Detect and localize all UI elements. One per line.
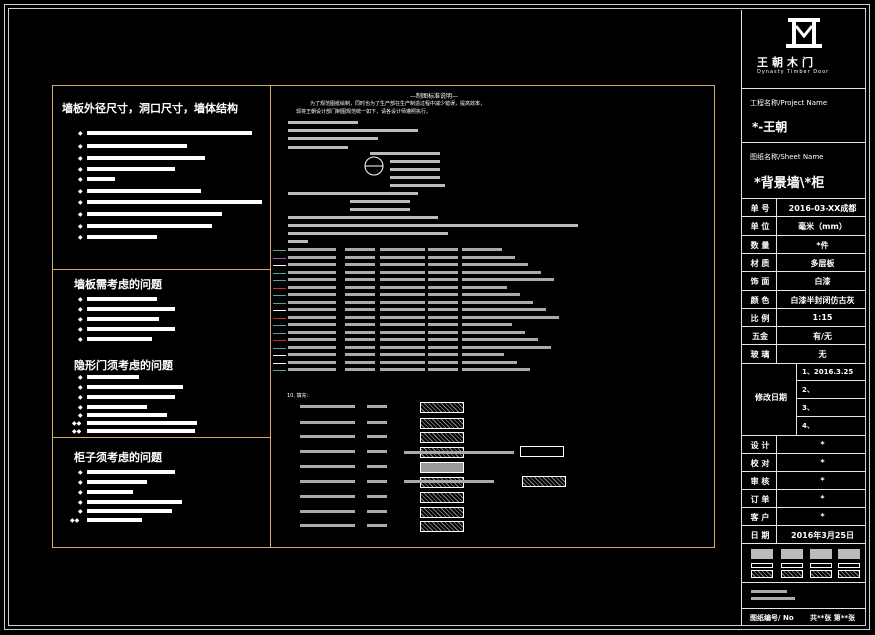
hatch-swatch — [520, 446, 564, 457]
tb-row-label: 玻 璃 — [750, 350, 770, 360]
revision-3: 3、 — [802, 404, 814, 412]
left-divider-1 — [52, 269, 270, 270]
tb-signoff-label: 日 期 — [750, 531, 770, 540]
list-item — [87, 307, 175, 311]
tb-signoff-value: * — [820, 512, 825, 521]
tb-row-value: 无 — [818, 350, 827, 360]
hatch-swatch — [420, 418, 464, 429]
company-logo-icon — [786, 18, 822, 48]
list-item — [87, 235, 157, 239]
standards-intro-line1: 为了规范图纸绘制，同时也为了生产部在生产制造过程中减少错误，提高效率， — [310, 101, 486, 107]
section-cabinet-title: 柜子须考虑的问题 — [74, 451, 162, 464]
tb-row-label: 比 例 — [750, 313, 770, 323]
tb-signoff-label: 客 户 — [750, 513, 770, 522]
tb-signoff-label: 审 核 — [750, 477, 770, 486]
revision-label: 修改日期 — [755, 393, 787, 402]
tb-row-value: 有/无 — [813, 332, 832, 342]
list-item — [87, 131, 252, 135]
tb-row-value: 白漆半封闭仿古灰 — [790, 295, 855, 305]
tb-row-value: 1:15 — [812, 312, 833, 322]
revision-1: 1、2016.3.25 — [802, 368, 854, 376]
tb-signoff-value: * — [820, 458, 825, 467]
project-label: 工程名称/Project Name — [750, 99, 828, 107]
list-item — [87, 189, 201, 193]
tb-signoff-value: * — [820, 494, 825, 503]
list-item — [87, 395, 175, 399]
section-hidden-door-title: 隐形门须考虑的问题 — [74, 359, 173, 372]
section-mark-icon — [364, 156, 384, 176]
sheet-divider — [270, 85, 271, 548]
standards-intro-line2: 现将王朝设计部门制图规范统一如下，请各设计师遵照执行。 — [296, 109, 432, 115]
tb-row-label: 单 位 — [750, 222, 770, 232]
list-item — [87, 212, 222, 216]
list-item — [87, 509, 172, 513]
hatch-swatch — [522, 476, 566, 487]
tb-signoff-label: 订 单 — [750, 495, 770, 504]
list-item — [87, 200, 262, 204]
hatch-swatch — [420, 462, 464, 473]
tb-row-label: 颜 色 — [750, 295, 770, 305]
tb-signoff-value: * — [820, 440, 825, 449]
tb-signoff-value: * — [820, 476, 825, 485]
section-wall-dimensions-title: 墙板外径尺寸，洞口尺寸，墙体结构 — [62, 102, 238, 115]
tb-signoff-label: 设 计 — [750, 441, 770, 450]
list-item — [87, 405, 147, 409]
list-item — [87, 385, 183, 389]
tb-row-label: 饰 面 — [750, 277, 770, 287]
list-item — [87, 500, 182, 504]
tb-row-label: 五金 — [752, 332, 768, 342]
tb-row-label: 单 号 — [750, 204, 770, 213]
tb-row-value: *件 — [816, 240, 829, 250]
list-item — [87, 337, 152, 341]
hatch-swatch — [420, 402, 464, 413]
list-item — [87, 470, 175, 474]
revision-2: 2、 — [802, 386, 814, 394]
tb-signoff-value: 2016年3月25日 — [791, 531, 854, 540]
revision-4: 4、 — [802, 422, 814, 430]
tb-row-label: 材 质 — [750, 258, 770, 268]
project-name: *-王朝 — [752, 120, 788, 134]
hatch-swatch — [420, 521, 464, 532]
tb-signoff-label: 校 对 — [750, 459, 770, 468]
list-item — [87, 421, 197, 425]
hatch-swatch — [420, 492, 464, 503]
list-item — [87, 490, 133, 494]
list-item — [87, 167, 175, 171]
list-item — [87, 177, 115, 181]
list-item — [87, 317, 159, 321]
list-item — [87, 224, 212, 228]
list-item — [87, 156, 205, 160]
list-item — [87, 375, 139, 379]
tb-row-value: 白漆 — [814, 277, 831, 287]
tb-row-value: 毫米（mm） — [798, 222, 847, 232]
hatch-swatch — [420, 432, 464, 443]
list-item — [87, 429, 195, 433]
sheet-number-value: 共**张 第**张 — [810, 614, 856, 622]
section-wallboard-title: 墙板需考虑的问题 — [74, 278, 162, 291]
list-item — [87, 144, 187, 148]
tb-row-label: 数 量 — [750, 240, 770, 250]
drawing-name: *背景墙\*柜 — [754, 176, 825, 191]
list-item — [87, 518, 142, 522]
sheet-number-label: 图纸编号/ No — [750, 614, 794, 622]
list-item — [87, 413, 167, 417]
drawing-label: 图纸名称/Sheet Name — [750, 153, 824, 161]
list-item — [87, 297, 157, 301]
list-item — [87, 327, 175, 331]
logo-text: 王朝木门 — [757, 56, 817, 69]
logo-subtext: Dynasty Timber Door — [757, 69, 830, 75]
tb-row-value: 2016-03-XX成都 — [788, 204, 857, 213]
hatch-swatch — [420, 507, 464, 518]
standards-title: —制图标准说明— — [410, 93, 459, 100]
list-item — [87, 480, 147, 484]
left-divider-2 — [52, 437, 270, 438]
tb-row-value: 多层板 — [810, 258, 835, 268]
hatch-heading: 10. 填充: — [287, 393, 309, 399]
